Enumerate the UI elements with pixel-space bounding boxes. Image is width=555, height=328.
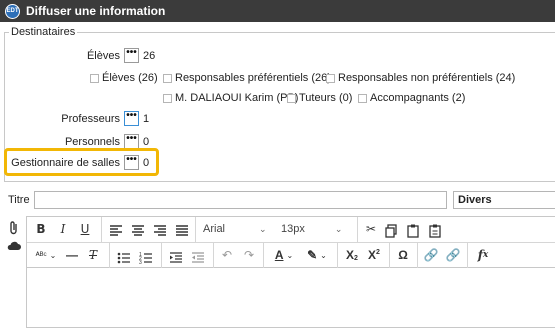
window-title: Diffuser une information bbox=[26, 4, 166, 18]
align-center-icon[interactable] bbox=[131, 221, 145, 241]
destinataires-legend: Destinataires bbox=[9, 26, 78, 38]
align-right-icon[interactable] bbox=[153, 221, 167, 241]
chevron-down-icon: ⌄ bbox=[259, 223, 267, 234]
checkbox-box[interactable] bbox=[163, 73, 172, 83]
checkbox-accompagnants[interactable]: Accompagnants (2) bbox=[358, 92, 465, 104]
bullet-list-icon[interactable] bbox=[117, 248, 131, 268]
undo-icon[interactable]: ↶ bbox=[219, 245, 235, 265]
toolbar-separator bbox=[195, 217, 196, 243]
eleves-label: Élèves bbox=[86, 50, 120, 62]
professeurs-count: 1 bbox=[143, 113, 150, 125]
toolbar-separator bbox=[109, 243, 110, 269]
checkbox-box[interactable] bbox=[90, 73, 99, 83]
checkbox-label: Accompagnants (2) bbox=[370, 92, 466, 104]
cloud-icon[interactable] bbox=[6, 240, 22, 252]
checkbox-label: Responsables non préférentiels (24) bbox=[338, 72, 516, 84]
eleves-count: 26 bbox=[143, 50, 156, 62]
editor-toolbar: B I U Arial ⌄ 13px ⌄ ✂ ᴬᴮᶜ ⌄ — T 123 ↶ ↷ … bbox=[26, 216, 555, 269]
checkbox-label: Tuteurs (0) bbox=[299, 92, 353, 104]
eleves-select-button[interactable]: ••• bbox=[124, 48, 139, 63]
toolbar-separator bbox=[263, 243, 264, 269]
clear-format-icon[interactable]: T bbox=[85, 245, 101, 265]
redo-icon[interactable]: ↷ bbox=[241, 245, 257, 265]
toolbar-separator bbox=[101, 217, 102, 243]
paste-text-icon[interactable] bbox=[429, 221, 441, 241]
outdent-icon[interactable] bbox=[191, 248, 205, 268]
side-tools bbox=[4, 218, 24, 320]
bold-icon[interactable]: B bbox=[33, 219, 49, 239]
font-size-value: 13px bbox=[281, 223, 305, 235]
checkbox-prof-principal[interactable]: M. DALIAOUI Karim (PP) bbox=[163, 92, 298, 104]
link-icon[interactable]: 🔗 bbox=[423, 245, 439, 265]
gestionnaire-select-button[interactable]: ••• bbox=[124, 155, 139, 170]
font-family-value: Arial bbox=[203, 223, 226, 235]
category-select[interactable]: Divers bbox=[453, 191, 555, 209]
highlight-color-icon[interactable]: ✎ ⌄ bbox=[301, 245, 333, 265]
paperclip-icon[interactable] bbox=[8, 220, 20, 236]
svg-text:3: 3 bbox=[139, 260, 142, 266]
chevron-down-icon: ⌄ bbox=[334, 223, 343, 234]
toolbar-separator bbox=[337, 243, 338, 269]
checkbox-box[interactable] bbox=[163, 93, 172, 103]
editor-content-area[interactable] bbox=[26, 268, 555, 328]
gestionnaire-label: Gestionnaire de salles bbox=[11, 157, 120, 169]
horizontal-line-icon[interactable]: — bbox=[65, 245, 79, 265]
checkbox-box[interactable] bbox=[326, 73, 335, 83]
toolbar-separator bbox=[213, 243, 214, 269]
window-titlebar: EDT Diffuser une information bbox=[0, 0, 555, 22]
spellcheck-icon[interactable]: ᴬᴮᶜ ⌄ bbox=[31, 245, 61, 265]
checkbox-box[interactable] bbox=[287, 93, 296, 103]
titre-label: Titre bbox=[8, 194, 30, 206]
personnels-select-button[interactable]: ••• bbox=[124, 134, 139, 149]
subscript-icon[interactable]: X2 bbox=[343, 245, 361, 265]
text-color-icon[interactable]: A ⌄ bbox=[269, 245, 299, 265]
superscript-icon[interactable]: X2 bbox=[365, 245, 383, 265]
checkbox-tuteurs[interactable]: Tuteurs (0) bbox=[287, 92, 352, 104]
paste-icon[interactable] bbox=[407, 221, 419, 241]
toolbar-separator bbox=[417, 243, 418, 269]
checkbox-responsables-non-preferentiels[interactable]: Responsables non préférentiels (24) bbox=[326, 72, 515, 84]
copy-icon[interactable] bbox=[385, 221, 397, 241]
checkbox-responsables-preferentiels[interactable]: Responsables préférentiels (26) bbox=[163, 72, 331, 84]
professeurs-select-button[interactable]: ••• bbox=[124, 111, 139, 126]
checkbox-box[interactable] bbox=[358, 93, 367, 103]
toolbar-separator bbox=[161, 243, 162, 269]
professeurs-label: Professeurs bbox=[61, 113, 120, 125]
unlink-icon[interactable]: 🔗 bbox=[445, 245, 461, 265]
formula-icon[interactable]: fx bbox=[473, 245, 493, 265]
app-logo-icon: EDT bbox=[5, 3, 20, 19]
font-family-select[interactable]: Arial ⌄ bbox=[203, 219, 273, 239]
checkbox-eleves[interactable]: Élèves (26) bbox=[90, 72, 158, 84]
omega-icon[interactable]: Ω bbox=[395, 245, 411, 265]
titre-input[interactable] bbox=[34, 191, 447, 209]
toolbar-row-divider bbox=[27, 242, 555, 243]
cut-icon[interactable]: ✂ bbox=[363, 219, 379, 239]
checkbox-label: Responsables préférentiels (26) bbox=[175, 72, 331, 84]
toolbar-separator bbox=[357, 217, 358, 243]
personnels-label: Personnels bbox=[64, 136, 120, 148]
numbered-list-icon[interactable]: 123 bbox=[139, 248, 153, 268]
toolbar-separator bbox=[389, 243, 390, 269]
align-justify-icon[interactable] bbox=[175, 221, 189, 241]
indent-icon[interactable] bbox=[169, 248, 183, 268]
underline-icon[interactable]: U bbox=[77, 219, 93, 239]
toolbar-separator bbox=[467, 243, 468, 269]
checkbox-label: Élèves (26) bbox=[102, 72, 158, 84]
font-size-select[interactable]: 13px ⌄ bbox=[281, 219, 351, 239]
gestionnaire-count: 0 bbox=[143, 157, 150, 169]
italic-icon[interactable]: I bbox=[55, 219, 71, 239]
align-left-icon[interactable] bbox=[109, 221, 123, 241]
checkbox-label: M. DALIAOUI Karim (PP) bbox=[175, 92, 299, 104]
personnels-count: 0 bbox=[143, 136, 150, 148]
